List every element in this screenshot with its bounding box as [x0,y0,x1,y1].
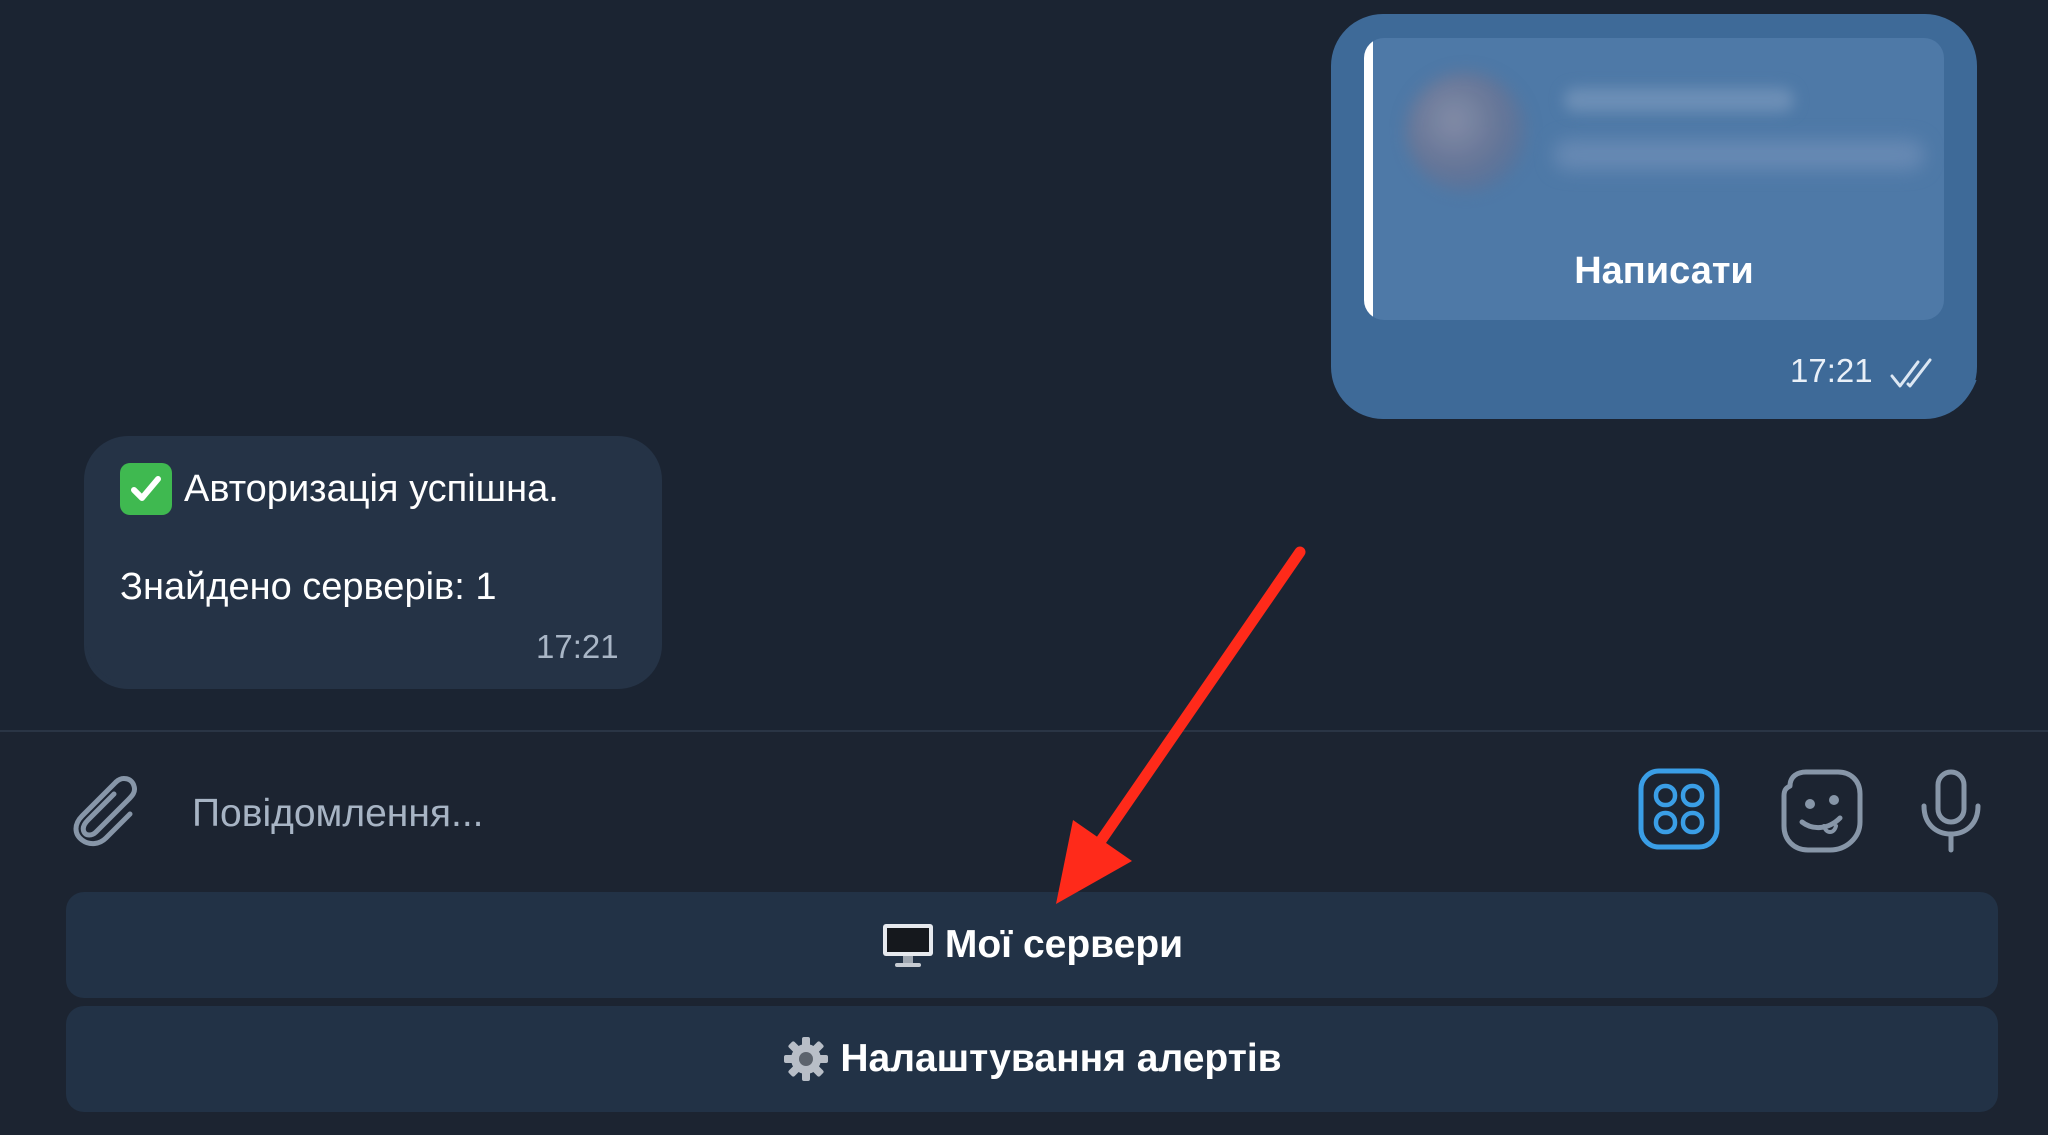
contact-preview-card[interactable]: Написати [1364,38,1944,320]
write-button[interactable]: Написати [1364,250,1944,293]
my-servers-button[interactable]: Мої сервери [66,892,1998,998]
check-mark-button-emoji [120,463,172,515]
desktop-computer-icon [882,924,933,967]
incoming-bubble-tail [62,646,114,690]
blurred-avatar [1406,72,1526,192]
my-servers-label: Мої сервери [944,923,1184,966]
blurred-contact-info [1554,140,1924,170]
message-input[interactable] [190,780,1594,848]
paperclip-icon[interactable] [58,768,138,854]
servers-found-text: Знайдено серверів: 1 [120,566,497,608]
chat-history: Написати 17:21 Авторизація успішна. Знай… [0,0,2048,731]
check-mark-icon [131,476,161,501]
incoming-message-time: 17:21 [536,628,619,665]
sticker-icon[interactable] [1776,766,1868,856]
microphone-icon[interactable] [1916,768,1986,856]
bot-apps-icon[interactable] [1638,768,1720,850]
incoming-message-line1: Авторизація успішна. [120,463,559,515]
blurred-contact-name [1564,88,1794,112]
outgoing-bubble-tail [1950,380,2002,420]
outgoing-message-time: 17:21 [1790,352,1873,389]
auth-success-text: Авторизація успішна. [184,467,559,510]
double-check-icon [1890,358,1932,388]
alert-settings-label: Налаштування алертів [840,1037,1282,1080]
alert-settings-button[interactable]: Налаштування алертів [66,1006,1998,1112]
gear-icon [784,1037,829,1081]
